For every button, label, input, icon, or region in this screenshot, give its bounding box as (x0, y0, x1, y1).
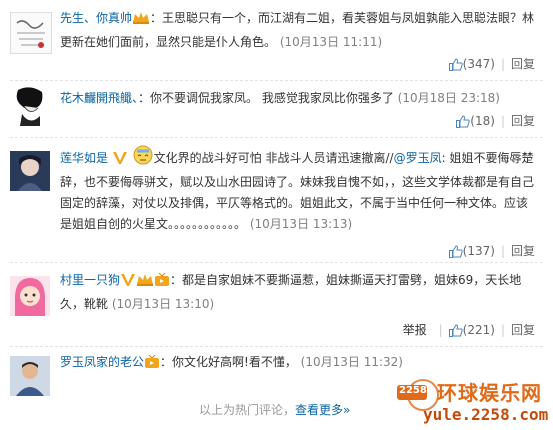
comment-author[interactable]: 罗玉凤家的老公 (60, 355, 144, 369)
avatar[interactable] (10, 86, 50, 126)
comment-text: ：你文化好高啊!看不懂， (160, 355, 297, 369)
comment-text: 文化界的战斗好可怕 非战斗人员请迅速撤离// (153, 151, 394, 165)
divider-bar: | (438, 323, 443, 337)
verified-v-icon (112, 151, 128, 172)
divider-bar: | (500, 323, 505, 337)
comment-item: 莲华如是 文化界的战斗好可怕 非战斗人员请迅速撤离//@罗玉凤: 姐姐不要侮辱楚… (0, 145, 553, 260)
thumbs-up-icon[interactable] (448, 245, 463, 262)
thumbs-up-icon[interactable] (448, 58, 463, 75)
tv-badge-icon (154, 272, 170, 294)
watermark-url: yule.2258.com (423, 405, 549, 424)
reply-button[interactable]: 回复 (511, 244, 535, 258)
divider-bar: | (500, 244, 505, 258)
comment-time: (10月18日 23:18) (397, 91, 500, 105)
comment-actions: (137) | 回复 (448, 243, 535, 262)
tv-badge-icon (144, 354, 160, 376)
like-count[interactable]: (221) (463, 323, 495, 337)
like-count[interactable]: (347) (463, 57, 495, 71)
divider-bar: | (500, 57, 505, 71)
site-watermark: 2258 环球娱乐网 yule.2258.com (397, 373, 549, 427)
comment-author[interactable]: 先生、你真帅 (60, 11, 132, 25)
comment-time: (10月13日 13:13) (249, 217, 353, 231)
comment-item: 花木麣開飛艥、：你不要调侃我家凤。 我感觉我家凤比你强多了 (10月18日 23… (0, 86, 553, 136)
comment-time: (10月13日 11:32) (300, 355, 403, 369)
comment-item: 村里一只狗 ：都是自家姐妹不要撕逼惹，姐妹撕逼天打雷劈，姐妹69，天长地久，靴靴 … (0, 270, 553, 342)
comment-text: ：你不要调侃我家凤。 我感觉我家凤比你强多了 (138, 91, 394, 105)
thumbs-up-icon[interactable] (448, 324, 463, 341)
vip-crown-icon (136, 273, 154, 294)
comment-time: (10月13日 13:10) (111, 297, 215, 311)
comment-item: 先生、你真帅 ：王思聪只有一个，而江湖有二姐，看芙蓉姐与凤姐孰能入思聪法眼？林更新… (0, 8, 553, 78)
thumbs-up-icon[interactable] (456, 115, 470, 132)
avatar[interactable] (10, 12, 52, 54)
comment-time: (10月13日 11:11) (279, 35, 383, 49)
view-more-link[interactable]: 查看更多» (295, 401, 350, 418)
watermark-title: 环球娱乐网 (437, 381, 542, 405)
divider (10, 80, 543, 81)
reply-button[interactable]: 回复 (511, 57, 535, 71)
avatar[interactable] (10, 276, 50, 316)
divider-bar: | (500, 114, 505, 128)
divider (10, 137, 543, 138)
comment-actions: (18) | 回复 (456, 113, 535, 129)
report-button[interactable]: 举报 (403, 323, 427, 337)
divider (10, 262, 543, 263)
sweat-emoji-icon (132, 145, 154, 172)
verified-v-icon (120, 273, 136, 294)
watermark-badge: 2258 (399, 385, 427, 396)
like-count[interactable]: (18) (470, 114, 495, 128)
comment-author[interactable]: 莲华如是 (60, 151, 108, 165)
reply-button[interactable]: 回复 (511, 323, 535, 337)
divider (10, 346, 543, 347)
comment-actions: (347) | 回复 (448, 56, 535, 75)
comment-author[interactable]: 村里一只狗 (60, 273, 120, 287)
vip-crown-icon (132, 11, 150, 32)
comment-actions: 举报 | (221) | 回复 (403, 322, 535, 338)
mention-link[interactable]: @罗玉凤 (394, 151, 442, 165)
reply-button[interactable]: 回复 (511, 114, 535, 128)
hot-comments-note: 以上为热门评论， (199, 403, 296, 417)
comment-author[interactable]: 花木麣開飛艥、 (60, 91, 138, 105)
avatar[interactable] (10, 356, 50, 396)
like-count[interactable]: (137) (463, 244, 495, 258)
avatar[interactable] (10, 151, 50, 191)
